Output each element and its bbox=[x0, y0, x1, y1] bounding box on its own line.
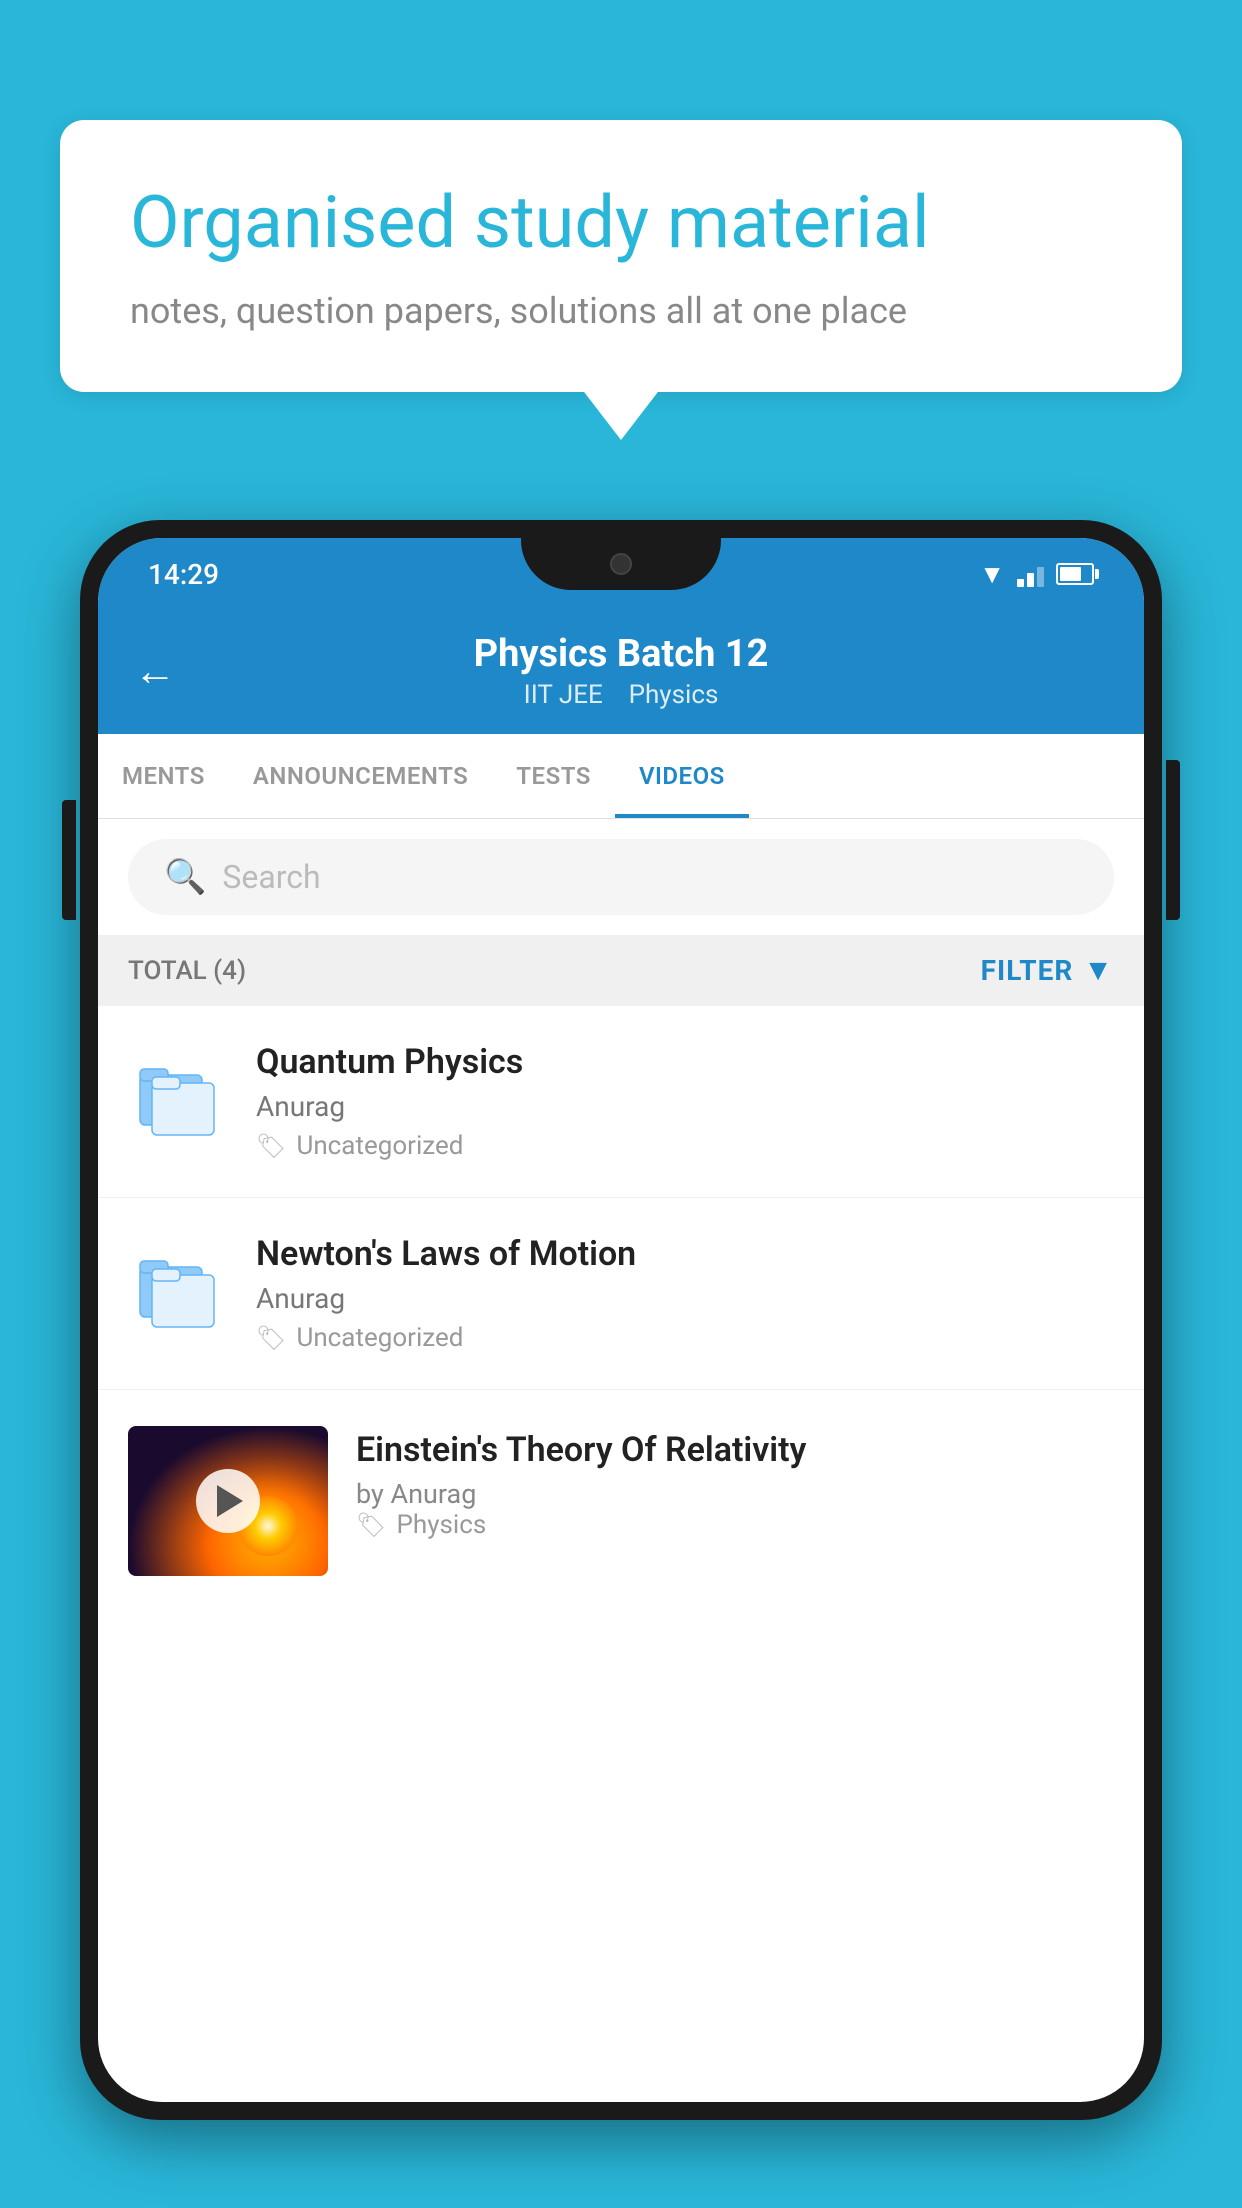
search-container: 🔍 Search bbox=[98, 819, 1144, 935]
list-item[interactable]: Quantum Physics Anurag 🏷 Uncategorized bbox=[98, 1006, 1144, 1198]
search-icon: 🔍 bbox=[164, 857, 206, 897]
signal-icon bbox=[1017, 561, 1044, 587]
play-button[interactable] bbox=[196, 1469, 260, 1533]
wifi-icon: ▼ bbox=[979, 559, 1005, 590]
filter-label: FILTER bbox=[981, 954, 1074, 987]
video-tag: 🏷 Uncategorized bbox=[256, 1323, 1114, 1353]
phone-screen: 14:29 ▼ ← bbox=[98, 538, 1144, 2102]
header-subtitle-part1: IIT JEE bbox=[524, 680, 603, 710]
phone-wrapper: 14:29 ▼ ← bbox=[80, 520, 1162, 2208]
tag-icon: 🏷 bbox=[356, 1511, 386, 1539]
tag-icon: 🏷 bbox=[256, 1132, 286, 1160]
tab-videos[interactable]: VIDEOS bbox=[615, 734, 749, 818]
video-tag: 🏷 Physics bbox=[356, 1510, 1114, 1540]
tab-ments[interactable]: MENTS bbox=[98, 734, 229, 818]
list-item[interactable]: Newton's Laws of Motion Anurag 🏷 Uncateg… bbox=[98, 1198, 1144, 1390]
tag-label: Physics bbox=[396, 1510, 486, 1540]
camera bbox=[610, 553, 632, 575]
play-icon bbox=[217, 1485, 243, 1517]
filter-bar: TOTAL (4) FILTER ▼ bbox=[98, 935, 1144, 1006]
video-title: Einstein's Theory Of Relativity bbox=[356, 1430, 1114, 1470]
video-tag: 🏷 Uncategorized bbox=[256, 1131, 1114, 1161]
header-center: Physics Batch 12 IIT JEE Physics bbox=[474, 632, 769, 710]
total-count: TOTAL (4) bbox=[128, 956, 246, 986]
list-item[interactable]: Einstein's Theory Of Relativity by Anura… bbox=[98, 1390, 1144, 1612]
header-subtitle-part2: Physics bbox=[629, 680, 719, 710]
back-button[interactable]: ← bbox=[134, 647, 176, 696]
notch bbox=[521, 538, 721, 590]
video-list: Quantum Physics Anurag 🏷 Uncategorized bbox=[98, 1006, 1144, 1612]
video-author: Anurag bbox=[256, 1090, 1114, 1123]
search-placeholder: Search bbox=[222, 858, 320, 896]
tag-icon: 🏷 bbox=[256, 1324, 286, 1352]
folder-icon bbox=[128, 1052, 228, 1152]
video-info: Newton's Laws of Motion Anurag 🏷 Uncateg… bbox=[256, 1234, 1114, 1353]
tag-label: Uncategorized bbox=[296, 1323, 463, 1353]
phone-outer: 14:29 ▼ ← bbox=[80, 520, 1162, 2120]
video-thumbnail bbox=[128, 1426, 328, 1576]
tab-bar: MENTS ANNOUNCEMENTS TESTS VIDEOS bbox=[98, 734, 1144, 819]
status-time: 14:29 bbox=[148, 558, 219, 591]
video-author: by Anurag bbox=[356, 1478, 1114, 1510]
tag-label: Uncategorized bbox=[296, 1131, 463, 1161]
video-info: Einstein's Theory Of Relativity by Anura… bbox=[356, 1426, 1114, 1540]
filter-funnel-icon: ▼ bbox=[1083, 953, 1114, 988]
folder-icon bbox=[128, 1244, 228, 1344]
status-icons: ▼ bbox=[979, 559, 1094, 590]
video-title: Newton's Laws of Motion bbox=[256, 1234, 1114, 1274]
speech-bubble: Organised study material notes, question… bbox=[60, 120, 1182, 392]
header-subtitle: IIT JEE Physics bbox=[474, 680, 769, 710]
header-title: Physics Batch 12 bbox=[474, 632, 769, 676]
tab-announcements[interactable]: ANNOUNCEMENTS bbox=[229, 734, 492, 818]
app-header: ← Physics Batch 12 IIT JEE Physics bbox=[98, 610, 1144, 734]
hero-section: Organised study material notes, question… bbox=[60, 120, 1182, 392]
video-info: Quantum Physics Anurag 🏷 Uncategorized bbox=[256, 1042, 1114, 1161]
filter-button[interactable]: FILTER ▼ bbox=[981, 953, 1114, 988]
status-bar: 14:29 ▼ bbox=[98, 538, 1144, 610]
bubble-title: Organised study material bbox=[130, 180, 1112, 266]
battery-icon bbox=[1056, 563, 1094, 585]
tab-tests[interactable]: TESTS bbox=[492, 734, 615, 818]
bubble-subtitle: notes, question papers, solutions all at… bbox=[130, 290, 1112, 332]
video-title: Quantum Physics bbox=[256, 1042, 1114, 1082]
video-author: Anurag bbox=[256, 1282, 1114, 1315]
search-bar[interactable]: 🔍 Search bbox=[128, 839, 1114, 915]
